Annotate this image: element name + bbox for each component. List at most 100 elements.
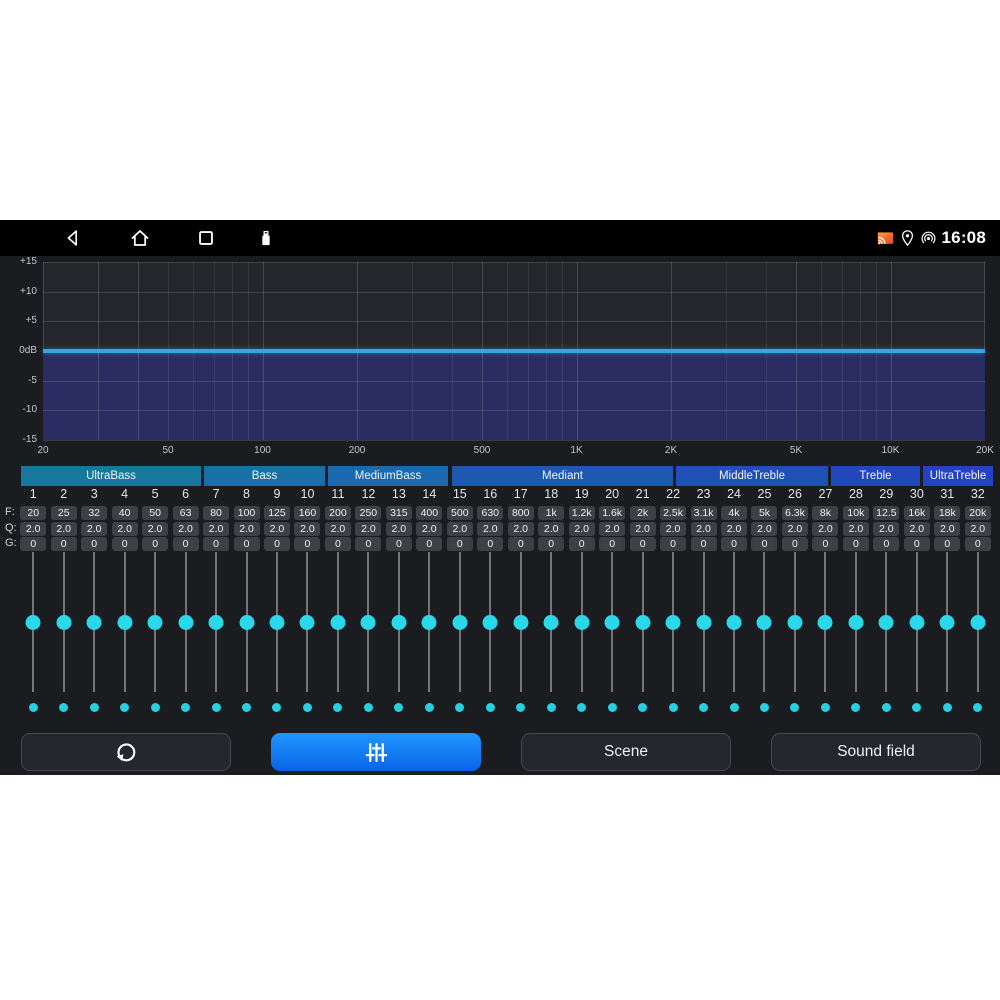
eq-band-slider[interactable] bbox=[445, 552, 475, 692]
band-q-value: 2.0 bbox=[873, 522, 899, 536]
band-gain-value: 0 bbox=[142, 537, 168, 551]
band-q-value: 2.0 bbox=[81, 522, 107, 536]
eq-band-slider[interactable] bbox=[627, 552, 657, 692]
slider-knob[interactable] bbox=[818, 615, 833, 630]
back-button[interactable] bbox=[60, 225, 86, 251]
slider-knob[interactable] bbox=[391, 615, 406, 630]
slider-knob[interactable] bbox=[26, 615, 41, 630]
eq-band-slider[interactable] bbox=[79, 552, 109, 692]
eq-band-slider[interactable] bbox=[688, 552, 718, 692]
band-number: 20 bbox=[605, 487, 619, 501]
eq-band-slider[interactable] bbox=[292, 552, 322, 692]
band-number-row: 1234567891011121314151617181920212223242… bbox=[18, 487, 993, 501]
db-axis-label: -15 bbox=[0, 434, 37, 446]
slider-knob[interactable] bbox=[909, 615, 924, 630]
band-q-value: 2.0 bbox=[904, 522, 930, 536]
equalizer-button[interactable] bbox=[271, 733, 481, 771]
slider-knob[interactable] bbox=[544, 615, 559, 630]
slider-knob[interactable] bbox=[513, 615, 528, 630]
eq-band-slider[interactable] bbox=[597, 552, 627, 692]
slider-knob[interactable] bbox=[87, 615, 102, 630]
eq-band-slider[interactable] bbox=[810, 552, 840, 692]
eq-band-slider[interactable] bbox=[475, 552, 505, 692]
band-frequency-value: 1k bbox=[538, 506, 564, 520]
eq-band-slider[interactable] bbox=[384, 552, 414, 692]
band-indicator-dot bbox=[851, 703, 860, 712]
slider-knob[interactable] bbox=[117, 615, 132, 630]
band-gain-value: 0 bbox=[416, 537, 442, 551]
slider-knob[interactable] bbox=[361, 615, 376, 630]
band-q-value: 2.0 bbox=[751, 522, 777, 536]
recents-button[interactable] bbox=[193, 225, 219, 251]
eq-band-slider[interactable] bbox=[841, 552, 871, 692]
eq-band-slider[interactable] bbox=[231, 552, 261, 692]
eq-band-slider[interactable] bbox=[902, 552, 932, 692]
reset-button[interactable] bbox=[21, 733, 231, 771]
slider-knob[interactable] bbox=[330, 615, 345, 630]
eq-band-slider[interactable] bbox=[18, 552, 48, 692]
slider-knob[interactable] bbox=[269, 615, 284, 630]
slider-knob[interactable] bbox=[727, 615, 742, 630]
eq-band-slider[interactable] bbox=[414, 552, 444, 692]
slider-knob[interactable] bbox=[148, 615, 163, 630]
slider-knob[interactable] bbox=[209, 615, 224, 630]
band-gain-value: 0 bbox=[294, 537, 320, 551]
eq-band-slider[interactable] bbox=[963, 552, 993, 692]
slider-knob[interactable] bbox=[787, 615, 802, 630]
freq-axis-label: 100 bbox=[254, 445, 271, 456]
slider-knob[interactable] bbox=[970, 615, 985, 630]
eq-band-slider[interactable] bbox=[323, 552, 353, 692]
eq-band-slider[interactable] bbox=[780, 552, 810, 692]
slider-knob[interactable] bbox=[848, 615, 863, 630]
band-frequency-value: 160 bbox=[294, 506, 320, 520]
band-number: 10 bbox=[301, 487, 315, 501]
slider-knob[interactable] bbox=[56, 615, 71, 630]
eq-band-slider[interactable] bbox=[566, 552, 596, 692]
scene-button[interactable]: Scene bbox=[521, 733, 731, 771]
band-q-value: 2.0 bbox=[569, 522, 595, 536]
band-frequency-value: 20k bbox=[965, 506, 991, 520]
sound-field-button[interactable]: Sound field bbox=[771, 733, 981, 771]
slider-knob[interactable] bbox=[422, 615, 437, 630]
band-gain-value: 0 bbox=[569, 537, 595, 551]
slider-knob[interactable] bbox=[574, 615, 589, 630]
db-axis-label: +10 bbox=[0, 286, 37, 298]
eq-band-slider[interactable] bbox=[536, 552, 566, 692]
eq-band-slider[interactable] bbox=[506, 552, 536, 692]
eq-band-slider[interactable] bbox=[353, 552, 383, 692]
slider-knob[interactable] bbox=[452, 615, 467, 630]
eq-band-slider[interactable] bbox=[658, 552, 688, 692]
eq-band-slider[interactable] bbox=[170, 552, 200, 692]
band-frequency-value: 50 bbox=[142, 506, 168, 520]
eq-band-slider[interactable] bbox=[48, 552, 78, 692]
slider-knob[interactable] bbox=[879, 615, 894, 630]
slider-knob[interactable] bbox=[696, 615, 711, 630]
slider-knob[interactable] bbox=[239, 615, 254, 630]
eq-band-slider[interactable] bbox=[749, 552, 779, 692]
eq-band-slider[interactable] bbox=[871, 552, 901, 692]
slider-knob[interactable] bbox=[178, 615, 193, 630]
slider-knob[interactable] bbox=[300, 615, 315, 630]
eq-band-slider[interactable] bbox=[719, 552, 749, 692]
usb-button[interactable] bbox=[253, 225, 279, 251]
band-number: 7 bbox=[213, 487, 220, 501]
eq-band-slider[interactable] bbox=[262, 552, 292, 692]
band-q-value-row: 2.02.02.02.02.02.02.02.02.02.02.02.02.02… bbox=[18, 522, 993, 536]
slider-knob[interactable] bbox=[666, 615, 681, 630]
band-number: 17 bbox=[514, 487, 528, 501]
slider-knob[interactable] bbox=[605, 615, 620, 630]
eq-band-slider[interactable] bbox=[932, 552, 962, 692]
eq-band-slider[interactable] bbox=[109, 552, 139, 692]
slider-knob[interactable] bbox=[757, 615, 772, 630]
freq-row-label: F: bbox=[5, 506, 19, 518]
slider-knob[interactable] bbox=[483, 615, 498, 630]
slider-knob[interactable] bbox=[635, 615, 650, 630]
eq-band-slider[interactable] bbox=[201, 552, 231, 692]
band-number: 6 bbox=[182, 487, 189, 501]
home-button[interactable] bbox=[127, 225, 153, 251]
band-number: 26 bbox=[788, 487, 802, 501]
freq-axis-label: 20K bbox=[976, 445, 994, 456]
slider-knob[interactable] bbox=[940, 615, 955, 630]
eq-band-slider[interactable] bbox=[140, 552, 170, 692]
band-q-value: 2.0 bbox=[203, 522, 229, 536]
